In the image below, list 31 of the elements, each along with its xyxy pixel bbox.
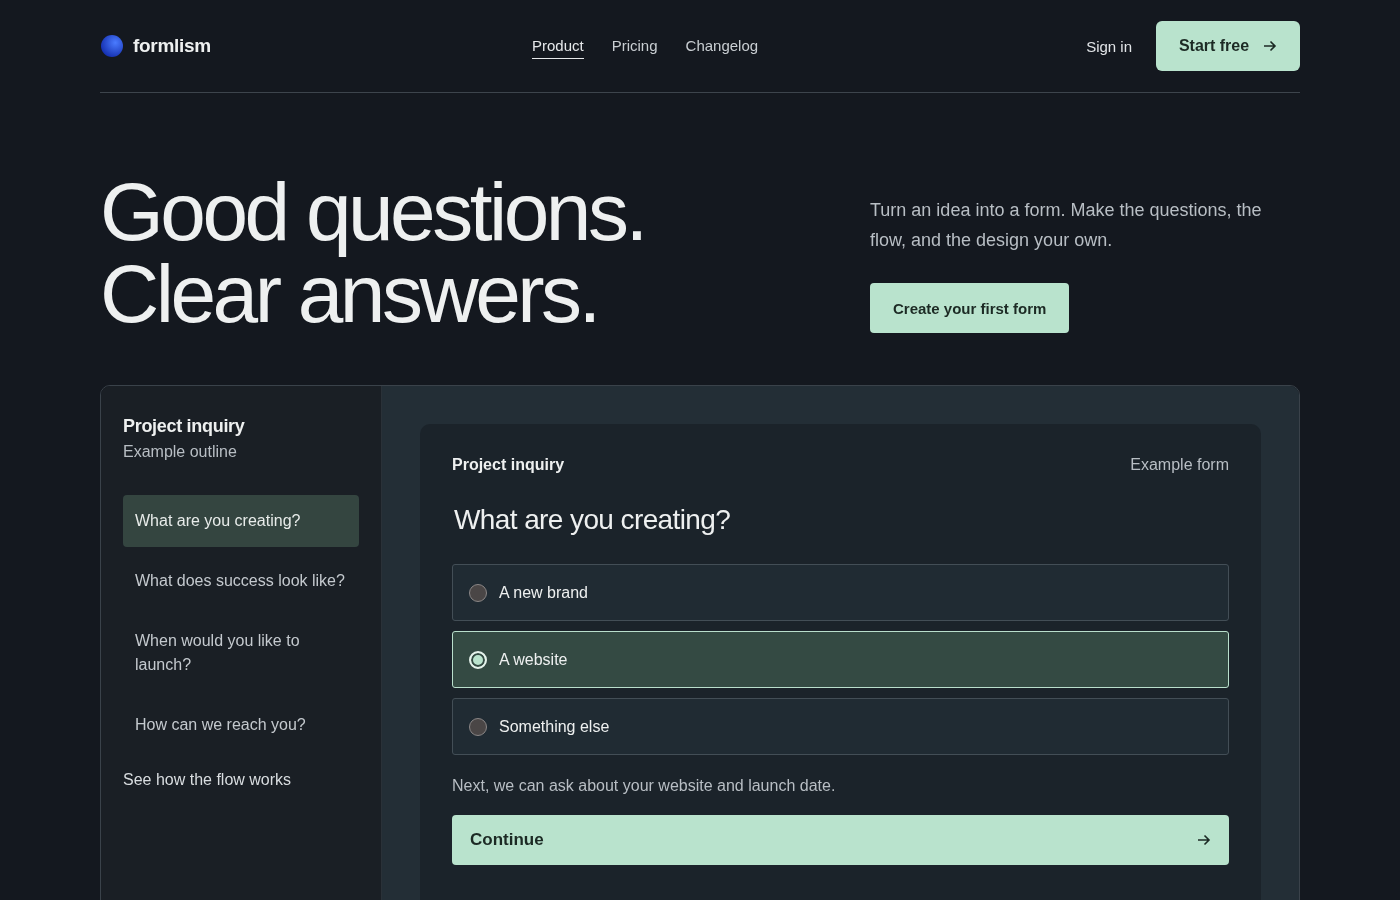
create-form-button[interactable]: Create your first form xyxy=(870,283,1070,333)
arrow-icon xyxy=(1197,834,1211,846)
form-hint: Next, we can ask about your website and launch date. xyxy=(452,777,837,795)
radio-button[interactable] xyxy=(469,717,487,736)
radio-button[interactable] xyxy=(469,583,487,602)
answer-option[interactable]: A new brand xyxy=(452,564,1229,621)
answer-option[interactable]: A website xyxy=(452,631,1229,688)
option-label: A website xyxy=(499,650,568,669)
sign-in-link[interactable]: Sign in xyxy=(1086,37,1132,55)
outline-item[interactable]: What are you creating? xyxy=(123,495,359,547)
continue-button[interactable]: Continue xyxy=(452,815,1229,865)
brand-name[interactable]: formlism xyxy=(133,35,211,57)
option-label: A new brand xyxy=(499,583,588,602)
nav-link[interactable]: Pricing xyxy=(611,33,658,59)
hero-description: Turn an idea into a form. Make the questions, the flow, and the design your own. xyxy=(870,199,1263,252)
logo-icon xyxy=(100,34,124,58)
form-tag: Example form xyxy=(1130,456,1229,474)
flow-link[interactable]: See how the flow works xyxy=(123,771,359,789)
outline-subtitle: Example outline xyxy=(123,443,238,461)
answer-option[interactable]: Something else xyxy=(452,698,1229,755)
form-title: Project inquiry xyxy=(452,456,565,474)
outline-item[interactable]: How can we reach you? xyxy=(123,699,359,751)
start-free-button[interactable]: Start free xyxy=(1156,21,1300,71)
outline-item[interactable]: When would you like to launch? xyxy=(123,615,359,691)
outline-item[interactable]: What does success look like? xyxy=(123,555,359,607)
nav-link[interactable]: Product xyxy=(532,33,584,59)
question-title: What are you creating? xyxy=(454,504,732,536)
nav-link[interactable]: Changelog xyxy=(685,33,759,59)
outline-title: Project inquiry xyxy=(123,416,246,437)
option-label: Something else xyxy=(499,717,610,736)
arrow-icon xyxy=(1263,40,1278,52)
